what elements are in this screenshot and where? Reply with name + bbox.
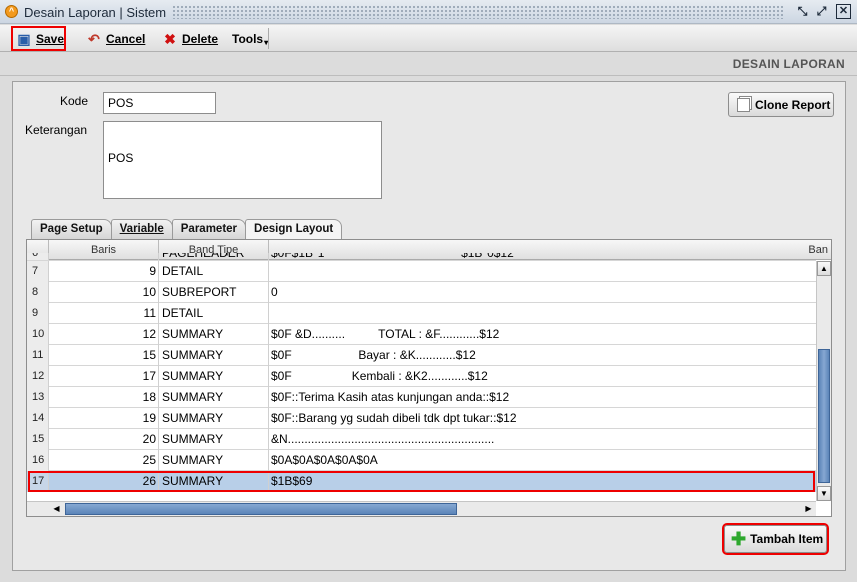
title-bar: ^ Desain Laporan | Sistem ⤡ ⤢ ✕ bbox=[0, 0, 857, 24]
table-row[interactable]: 14 19 SUMMARY $0F::Barang yg sudah dibeli t… bbox=[27, 408, 816, 429]
table-row-selected[interactable]: 17 26 SUMMARY $1B$69 bbox=[27, 471, 816, 492]
table-row[interactable]: 9 11 DETAIL bbox=[27, 303, 816, 324]
cancel-button[interactable]: ↶ Cancel bbox=[86, 27, 145, 50]
plus-icon: ✚ bbox=[731, 529, 747, 549]
floppy-icon: ▣ bbox=[17, 30, 31, 47]
window-title: Desain Laporan | Sistem bbox=[24, 5, 167, 20]
tab-bar: Page Setup Variable Parameter Design Lay… bbox=[31, 219, 343, 240]
delete-icon: ✖ bbox=[164, 30, 176, 47]
copy-icon bbox=[737, 97, 750, 112]
maximize-icon[interactable]: ⤢ bbox=[814, 4, 829, 19]
vertical-scroll-thumb[interactable] bbox=[818, 349, 830, 483]
scroll-left-icon[interactable]: ◀ bbox=[49, 502, 64, 516]
tambah-item-button[interactable]: ✚ Tambah Item bbox=[722, 523, 829, 555]
keterangan-label: Keterangan bbox=[25, 123, 88, 137]
undo-icon: ↶ bbox=[88, 30, 100, 47]
table-row[interactable]: 12 17 SUMMARY $0F Kembali : &K2............… bbox=[27, 366, 816, 387]
title-grip bbox=[172, 5, 784, 19]
horizontal-scroll-thumb[interactable] bbox=[65, 503, 457, 515]
table-row[interactable]: 7 9 DETAIL bbox=[27, 261, 816, 282]
header-divider bbox=[0, 75, 857, 76]
save-button[interactable]: ▣ Save bbox=[11, 26, 66, 51]
horizontal-scrollbar[interactable]: ◀ ▶ bbox=[27, 501, 816, 516]
tab-page-setup[interactable]: Page Setup bbox=[31, 219, 112, 239]
keterangan-textarea[interactable]: POS bbox=[103, 121, 382, 199]
kode-label: Kode bbox=[60, 94, 89, 108]
scroll-down-icon[interactable]: ▼ bbox=[817, 486, 831, 501]
vertical-scrollbar[interactable]: ▲ ▼ bbox=[816, 261, 831, 501]
table-row[interactable]: 11 15 SUMMARY $0F Bayar : &K............$12 bbox=[27, 345, 816, 366]
page-title: DESAIN LAPORAN bbox=[732, 57, 845, 71]
toolbar: ▣ Save ↶ Cancel ✖ Delete Tools ▾ bbox=[0, 25, 857, 52]
scroll-up-icon[interactable]: ▲ bbox=[817, 261, 831, 276]
table-row[interactable]: 8 10 SUBREPORT 0 bbox=[27, 282, 816, 303]
close-icon[interactable]: ✕ bbox=[836, 4, 851, 19]
main-panel: Kode POS Keterangan POS Clone Report Pag… bbox=[12, 81, 846, 571]
toolbar-separator bbox=[268, 28, 269, 49]
tools-menu[interactable]: Tools ▾ bbox=[232, 27, 268, 50]
kode-input[interactable]: POS bbox=[103, 92, 216, 114]
clone-report-button[interactable]: Clone Report bbox=[728, 92, 834, 117]
tab-parameter[interactable]: Parameter bbox=[171, 219, 247, 239]
layout-grid: Baris Band Tipe Ban 6 PAGEHEADER $0F$1B*… bbox=[26, 239, 832, 517]
table-row[interactable]: 15 20 SUMMARY &N...........................… bbox=[27, 429, 816, 450]
table-row-partial[interactable]: 6 PAGEHEADER $0F$1B*1 $1B*0$12 bbox=[27, 253, 816, 261]
restore-icon[interactable]: ⤡ bbox=[795, 4, 810, 19]
scroll-right-icon[interactable]: ▶ bbox=[801, 502, 816, 516]
table-row[interactable]: 10 12 SUMMARY $0F &D.......... TOTAL : &F..… bbox=[27, 324, 816, 345]
delete-button[interactable]: ✖ Delete bbox=[162, 27, 218, 50]
table-row[interactable]: 16 25 SUMMARY $0A$0A$0A$0A$0A bbox=[27, 450, 816, 471]
tab-variable[interactable]: Variable bbox=[110, 219, 173, 239]
table-row[interactable]: 13 18 SUMMARY $0F::Terima Kasih atas kunjun… bbox=[27, 387, 816, 408]
app-icon: ^ bbox=[5, 5, 18, 18]
tab-design-layout[interactable]: Design Layout bbox=[245, 219, 343, 240]
